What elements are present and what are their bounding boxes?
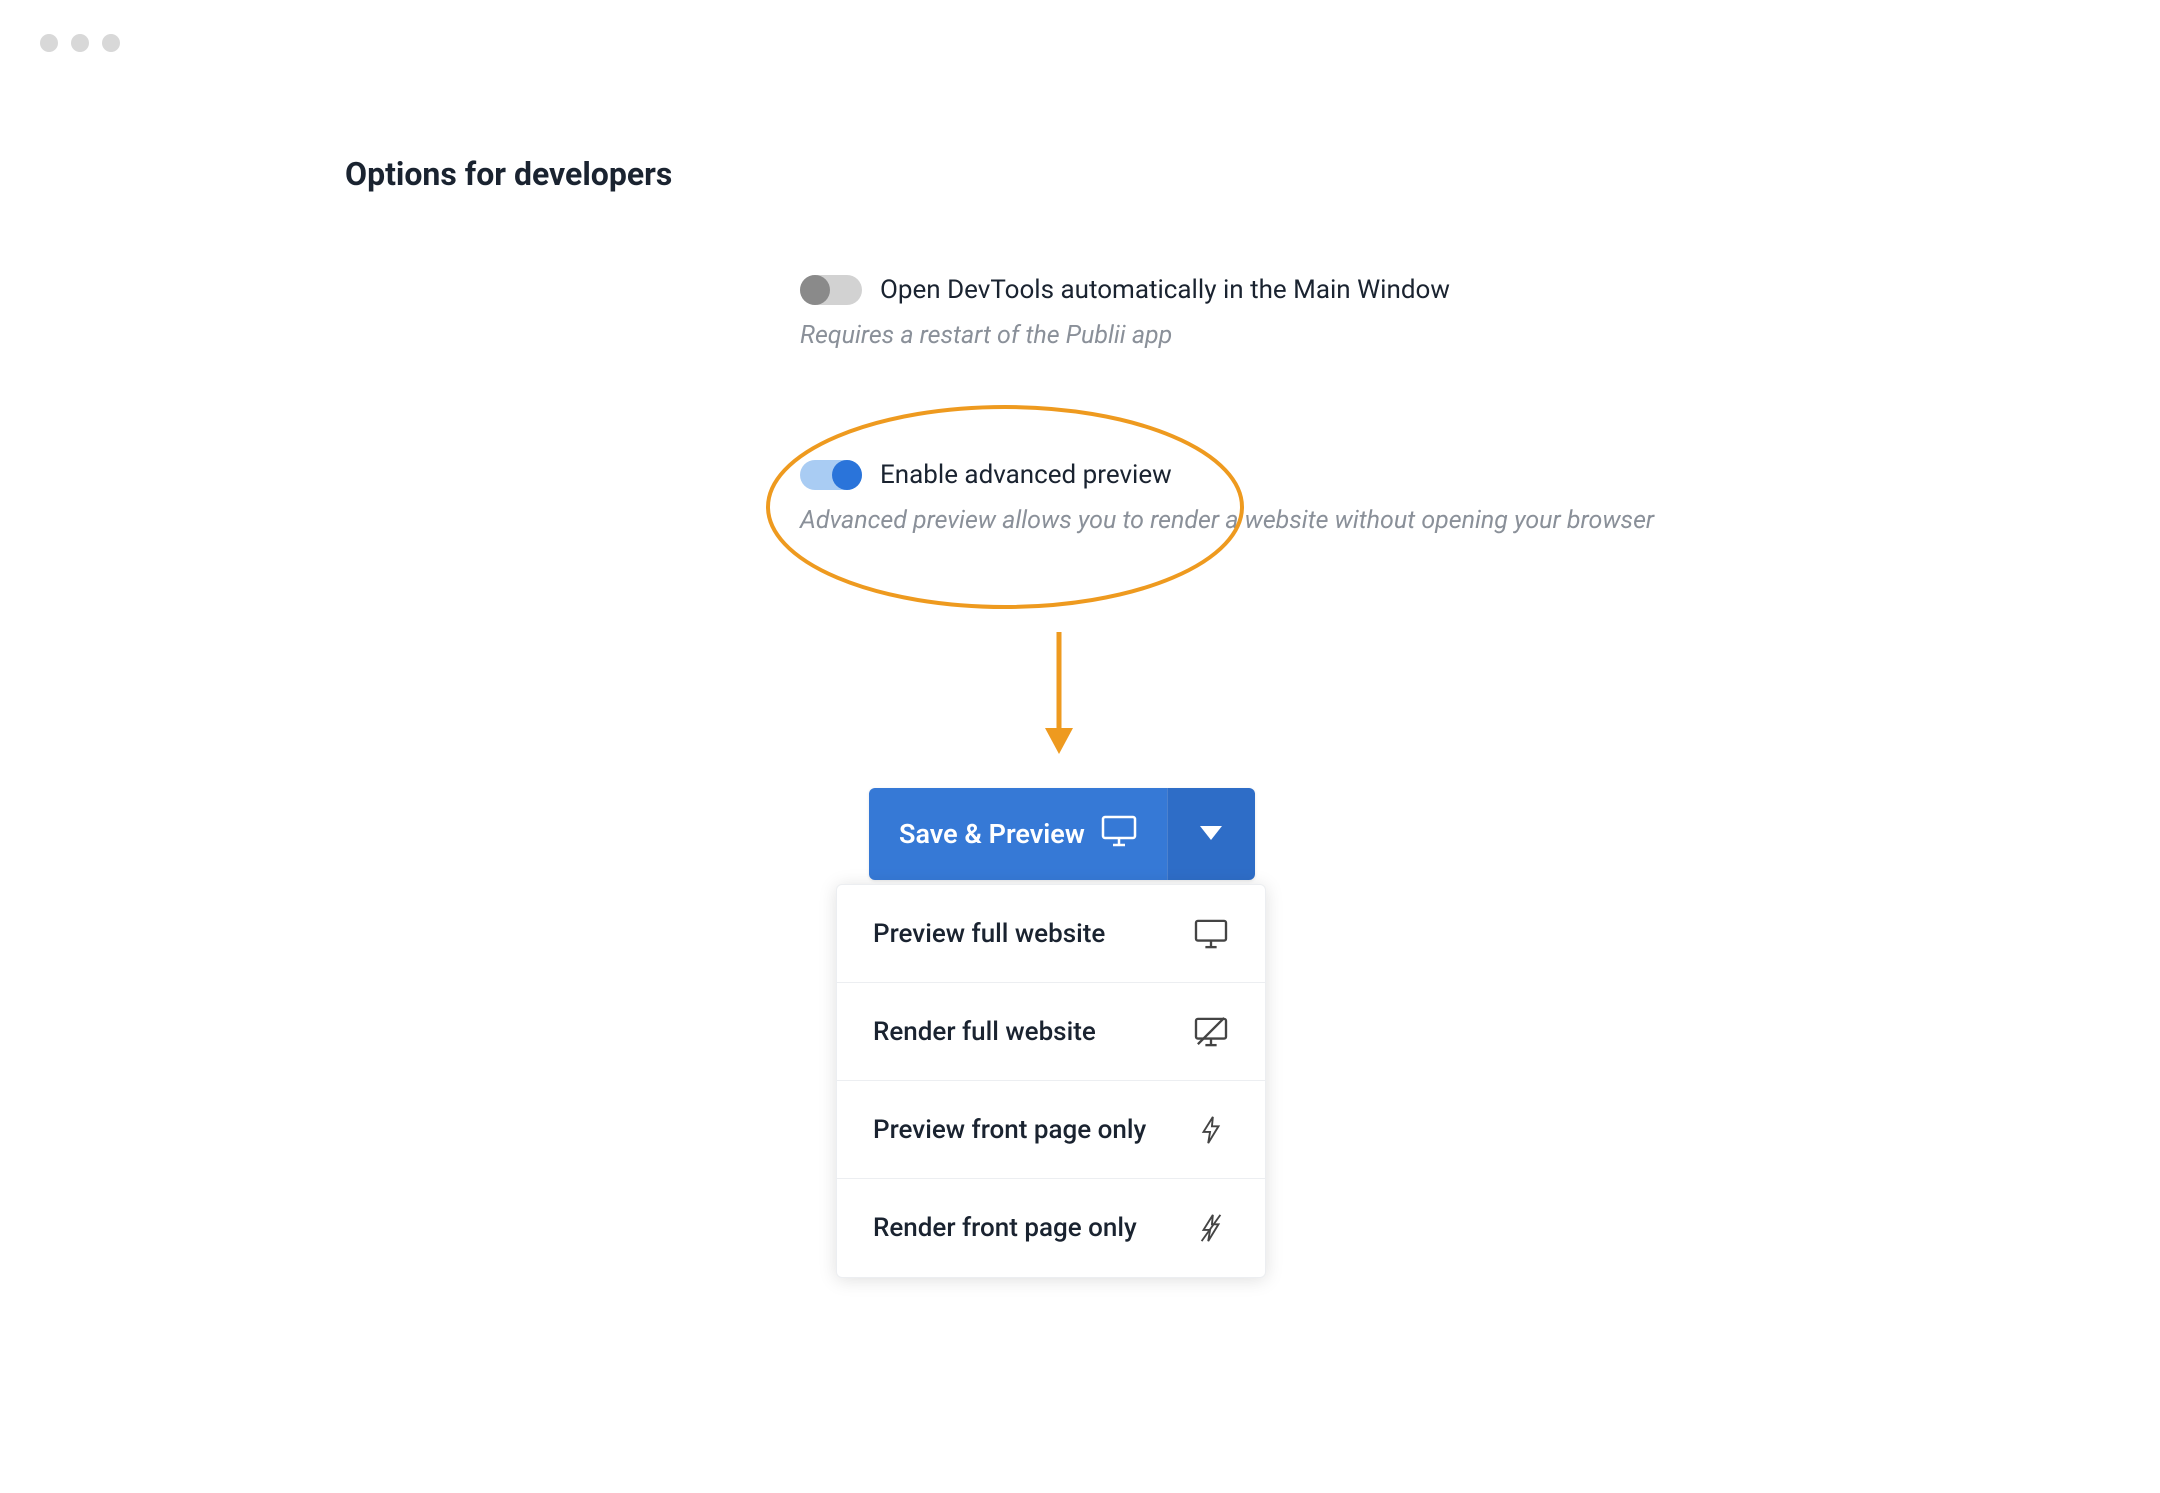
window-dot-minimize[interactable] — [71, 34, 89, 52]
bolt-icon — [1193, 1112, 1229, 1148]
dropdown-item-label: Render front page only — [873, 1213, 1137, 1243]
option-advanced-preview: Enable advanced preview Advanced preview… — [800, 460, 1900, 535]
monitor-icon — [1193, 916, 1229, 952]
dropdown-item-label: Preview front page only — [873, 1115, 1146, 1145]
window-dot-maximize[interactable] — [102, 34, 120, 52]
toggle-devtools[interactable] — [800, 275, 862, 305]
dropdown-item-preview-front[interactable]: Preview front page only — [837, 1081, 1265, 1179]
dropdown-toggle-button[interactable] — [1167, 788, 1255, 880]
dropdown-item-label: Render full website — [873, 1017, 1096, 1047]
monitor-icon — [1101, 815, 1137, 854]
monitor-off-icon — [1193, 1014, 1229, 1050]
dropdown-item-preview-full[interactable]: Preview full website — [837, 885, 1265, 983]
dropdown-item-render-front[interactable]: Render front page only — [837, 1179, 1265, 1277]
option-devtools-label: Open DevTools automatically in the Main … — [880, 275, 1450, 305]
dropdown-item-render-full[interactable]: Render full website — [837, 983, 1265, 1081]
save-preview-split-button: Save & Preview — [869, 788, 1255, 880]
annotation-arrow — [1039, 632, 1079, 757]
save-preview-label: Save & Preview — [899, 818, 1085, 850]
chevron-down-icon — [1200, 825, 1222, 844]
preview-dropdown-menu: Preview full website Render full website — [836, 884, 1266, 1278]
option-devtools-helper: Requires a restart of the Publii app — [800, 321, 1900, 350]
window-controls — [40, 34, 120, 52]
option-devtools: Open DevTools automatically in the Main … — [800, 275, 1900, 350]
toggle-advanced-preview[interactable] — [800, 460, 862, 490]
button-area: Save & Preview Preview full website — [869, 788, 1255, 880]
page-title: Options for developers — [345, 155, 672, 193]
save-preview-button[interactable]: Save & Preview — [869, 788, 1167, 880]
bolt-off-icon — [1193, 1210, 1229, 1246]
option-advanced-preview-label: Enable advanced preview — [880, 460, 1172, 490]
window-dot-close[interactable] — [40, 34, 58, 52]
dropdown-item-label: Preview full website — [873, 919, 1105, 949]
option-advanced-preview-helper: Advanced preview allows you to render a … — [800, 506, 1900, 535]
